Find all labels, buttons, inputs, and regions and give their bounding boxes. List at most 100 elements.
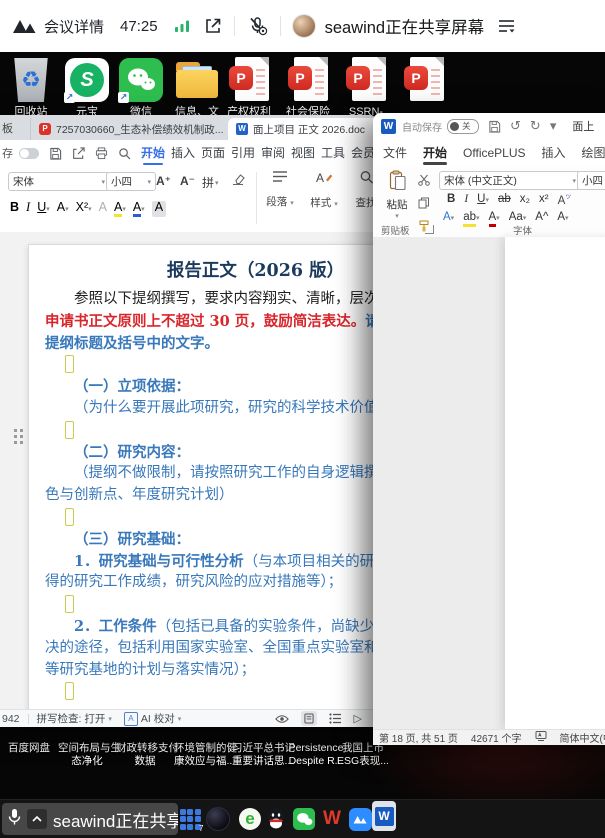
proofing-icon[interactable] [535,730,547,745]
undo-icon[interactable]: ↺ [510,118,521,134]
mic-icon[interactable] [8,808,21,831]
save-icon[interactable] [49,147,62,160]
format-font-color-button[interactable]: A▾ [489,211,500,227]
redo-icon[interactable]: ↻ [530,118,541,134]
desktop-icon-微信[interactable]: ↗微信 [114,57,168,119]
desktop-icon-SSRN-[interactable]: PSSRN- [339,57,393,119]
wps-menu-视图[interactable]: 视图 [291,140,315,166]
clear-format-icon[interactable] [232,173,245,186]
desktop-icon-label-空间布局与生[interactable]: 空间布局与生态净化 [58,742,116,768]
format-superscript-button[interactable]: x² [539,193,549,209]
play-presentation-icon[interactable]: ▷ [354,712,362,725]
format-char-shading-button[interactable]: A [152,200,166,217]
word-count[interactable]: 42671 个字 [471,730,522,745]
mic-muted-icon[interactable] [247,16,268,36]
word-tab-文件[interactable]: 文件 [383,139,407,167]
open-external-icon[interactable] [204,17,222,35]
format-text-effects-button[interactable]: A▾ [443,211,454,227]
find-group-button[interactable]: 查找 [348,170,376,210]
format-char-border-button[interactable]: A▾ [57,200,69,217]
shrink-font-button[interactable]: A⁻ [180,174,195,188]
grow-font-button[interactable]: A⁺ [156,174,171,188]
font-name-select[interactable]: 宋体▾ [8,172,110,191]
sharing-control-pill[interactable]: seawind正在共享 [2,803,178,835]
read-mode-icon[interactable] [275,714,289,724]
format-clear-format-button[interactable]: A [99,200,107,217]
taskbar-icon-app-grid[interactable]: 7 [178,807,202,831]
format-highlight-color-button[interactable]: A▾ [114,200,126,217]
desktop-icon-回收站[interactable]: ♻回收站 [4,57,58,119]
format-underline-button[interactable]: U▾ [37,200,50,217]
taskbar-icon-wps-office[interactable]: W [320,807,344,831]
desktop-icon-元宝[interactable]: S↗元宝 [60,57,114,119]
format-italic-button[interactable]: I [464,193,468,209]
export-icon[interactable] [72,147,85,160]
desktop-icon-label-环境管制的健[interactable]: 环境管制的健康效应与福... [174,742,232,768]
copy-icon[interactable] [418,196,430,214]
ai-proof-label[interactable]: AI 校对 [141,711,175,726]
wps-menu-页面[interactable]: 页面 [201,140,225,166]
font-size-select[interactable]: 小四 [577,171,605,190]
styles-group-button[interactable]: A 样式 ▾ [304,170,344,210]
expand-share-panel-icon[interactable] [27,809,47,829]
word-tab-开始[interactable]: 开始 [423,139,447,167]
wps-menu-开始[interactable]: 开始 [141,140,165,166]
format-text-highlight-button[interactable]: ab▾ [463,211,479,227]
taskbar-icon-tencent-meeting[interactable] [348,807,372,831]
font-name-select[interactable]: 宋体 (中文正文)▾ [439,171,581,190]
paragraph-group-button[interactable]: 段落 ▾ [260,170,300,209]
word-tab-OfficePLUS[interactable]: OfficePLUS [463,139,525,167]
wps-menu-插入[interactable]: 插入 [171,140,195,166]
phonetic-guide-button[interactable]: 拼▾ [202,174,219,191]
cut-icon[interactable] [418,173,430,191]
wps-menu-工具[interactable]: 工具 [321,140,345,166]
format-font-color-button[interactable]: A▾ [133,200,145,217]
page-indicator[interactable]: 第 18 页, 共 51 页 [379,730,458,745]
wps-doc-tab[interactable]: P7257030660_生态补偿绩效机制政... [30,118,234,140]
format-grow-font-button[interactable]: A^ [535,211,548,227]
taskbar-icon-word-active[interactable]: W [372,804,396,828]
print-icon[interactable] [95,147,108,160]
document-page[interactable]: 报告正文（2026 版） 参照以下提纲撰写，要求内容翔实、清晰，层次分申请书正文… [28,244,376,710]
meeting-details-button[interactable]: 会议详情 [44,16,104,37]
taskbar-icon-dark-browser[interactable] [206,807,230,831]
format-strikethrough-button[interactable]: ab [498,193,511,209]
format-shrink-font-button[interactable]: A▾ [557,211,568,227]
word-document-page[interactable] [505,237,605,729]
word-tab-插入[interactable]: 插入 [542,139,566,167]
spellcheck-status[interactable]: 拼写检查: 打开 [37,711,106,726]
print-preview-icon[interactable] [118,147,131,160]
wps-partial-tab[interactable]: 板 [2,120,13,136]
chevron-down-icon[interactable]: ▾ [550,118,557,134]
wps-menu-引用[interactable]: 引用 [231,140,255,166]
format-subscript-button[interactable]: x₂ [520,193,530,209]
desktop-icon-label-习近平总书记[interactable]: 习近平总书记重要讲话思... [232,742,290,768]
desktop-icon-label-我国上市[interactable]: 我国上市ESG表现... [333,742,393,768]
word-document-canvas[interactable] [373,237,605,729]
dialog-launcher-icon[interactable] [425,225,434,234]
wps-autosave-toggle[interactable] [19,148,39,159]
paragraph-drag-handle-icon[interactable] [14,429,17,432]
print-layout-icon[interactable] [301,711,317,726]
wps-menu-会员[interactable]: 会员 [351,140,375,166]
desktop-icon-label-财政转移支付[interactable]: 财政转移支付数据 [116,742,174,768]
wps-menu-审阅[interactable]: 审阅 [261,140,285,166]
wps-doc-tab[interactable]: W面上项目 正文 2026.doc [228,118,376,140]
save-icon[interactable] [488,120,501,133]
word-tab-绘图[interactable]: 绘图 [582,139,605,167]
outline-view-icon[interactable] [329,713,342,724]
desktop-icon-label-百度网盘[interactable]: 百度网盘 [1,742,57,755]
format-italic-button[interactable]: I [26,200,30,217]
taskbar-icon-qq[interactable] [264,807,288,831]
layout-menu-icon[interactable] [498,19,515,33]
format-bold-button[interactable]: B [447,193,455,209]
font-size-select[interactable]: 小四▾ [106,172,156,191]
taskbar-icon-browser-360[interactable]: e [238,807,262,831]
paste-button[interactable]: 粘贴 ▾ [379,170,415,220]
desktop-icon-pdf-7[interactable]: P [397,57,451,103]
format-bold-button[interactable]: B [10,200,19,217]
format-underline-button[interactable]: U▾ [477,193,489,209]
language-indicator[interactable]: 简体中文(中... [560,730,605,745]
autosave-toggle[interactable]: 关 [447,119,479,134]
format-superscript-button[interactable]: X²▾ [76,200,92,217]
